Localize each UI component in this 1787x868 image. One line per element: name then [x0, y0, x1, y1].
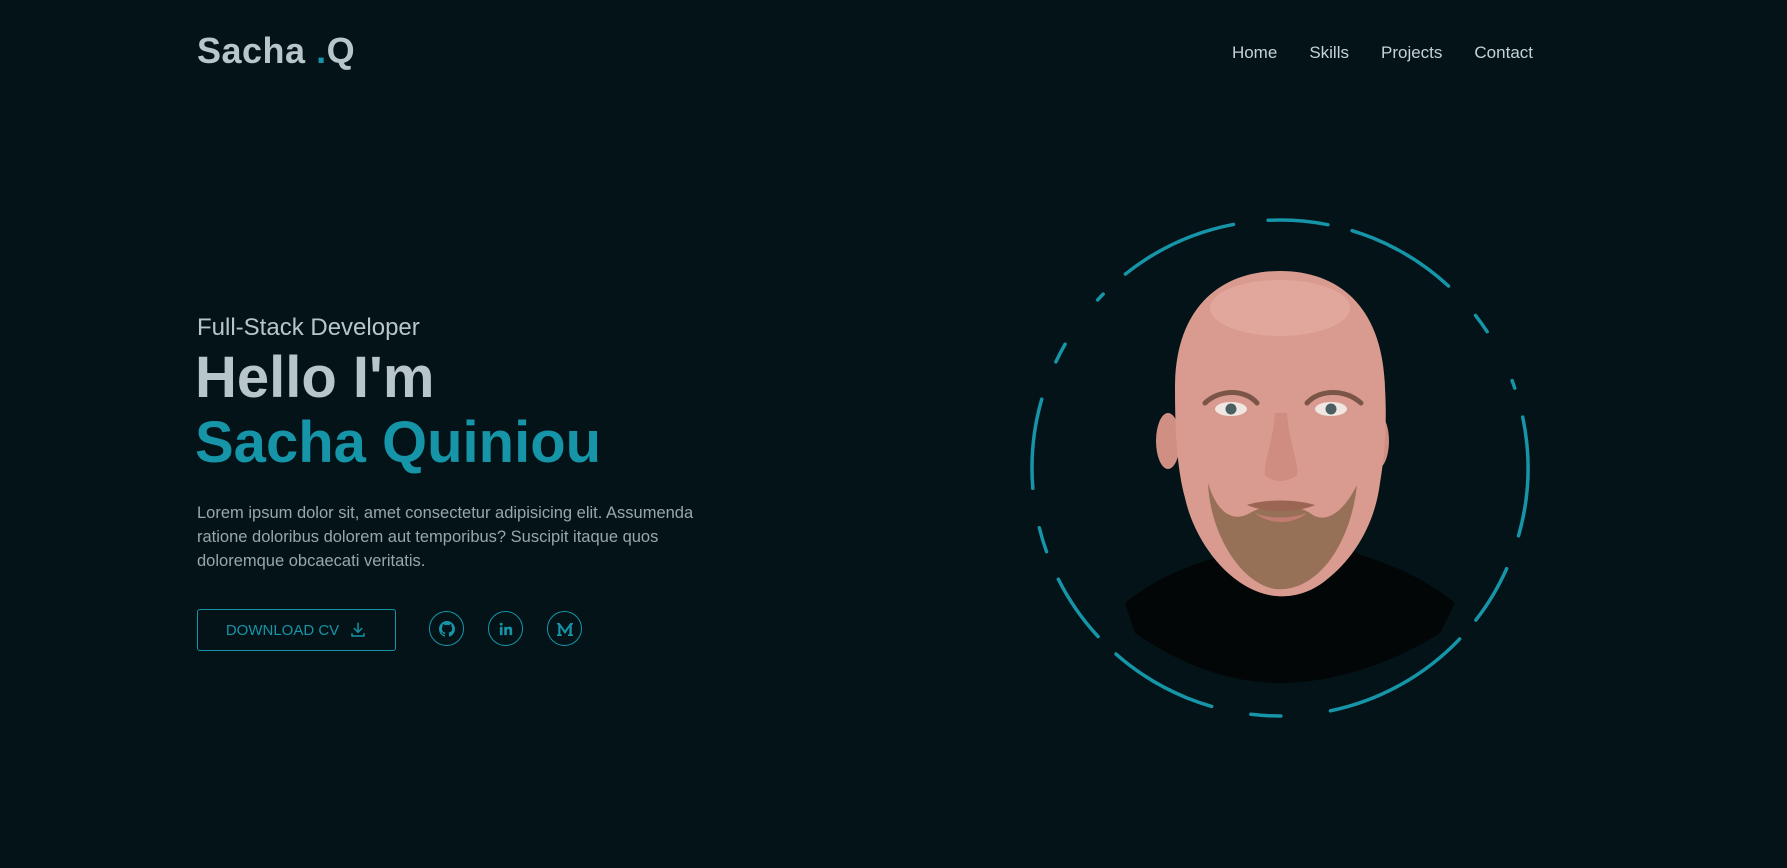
- medium-button[interactable]: [547, 611, 582, 646]
- download-cv-button[interactable]: DOWNLOAD CV: [197, 609, 396, 651]
- linkedin-button[interactable]: [488, 611, 523, 646]
- nav-projects[interactable]: Projects: [1381, 43, 1442, 63]
- logo-dot: .: [316, 30, 327, 71]
- logo-main: Sacha: [197, 30, 317, 71]
- main-nav: Home Skills Projects Contact: [1232, 43, 1533, 63]
- nav-contact[interactable]: Contact: [1474, 43, 1533, 63]
- hero-subtitle: Full-Stack Developer: [197, 314, 420, 341]
- github-icon: [438, 620, 455, 637]
- hero-name: Sacha Quiniou: [195, 410, 602, 475]
- medium-icon: [556, 622, 573, 636]
- linkedin-icon: [499, 622, 513, 636]
- download-cv-label: DOWNLOAD CV: [225, 621, 340, 639]
- logo-suffix: Q: [326, 30, 356, 71]
- logo[interactable]: Sacha .Q: [197, 30, 355, 72]
- nav-home[interactable]: Home: [1232, 43, 1277, 63]
- download-icon: [349, 621, 367, 639]
- page: Sacha .Q Home Skills Projects Contact Fu…: [0, 0, 1787, 868]
- github-button[interactable]: [429, 611, 464, 646]
- nav-skills[interactable]: Skills: [1309, 43, 1349, 63]
- hero-greeting: Hello I'm: [195, 345, 435, 410]
- social-links: [429, 611, 582, 646]
- hero-description: Lorem ipsum dolor sit, amet consectetur …: [197, 504, 694, 570]
- profile-portrait: [1025, 213, 1535, 723]
